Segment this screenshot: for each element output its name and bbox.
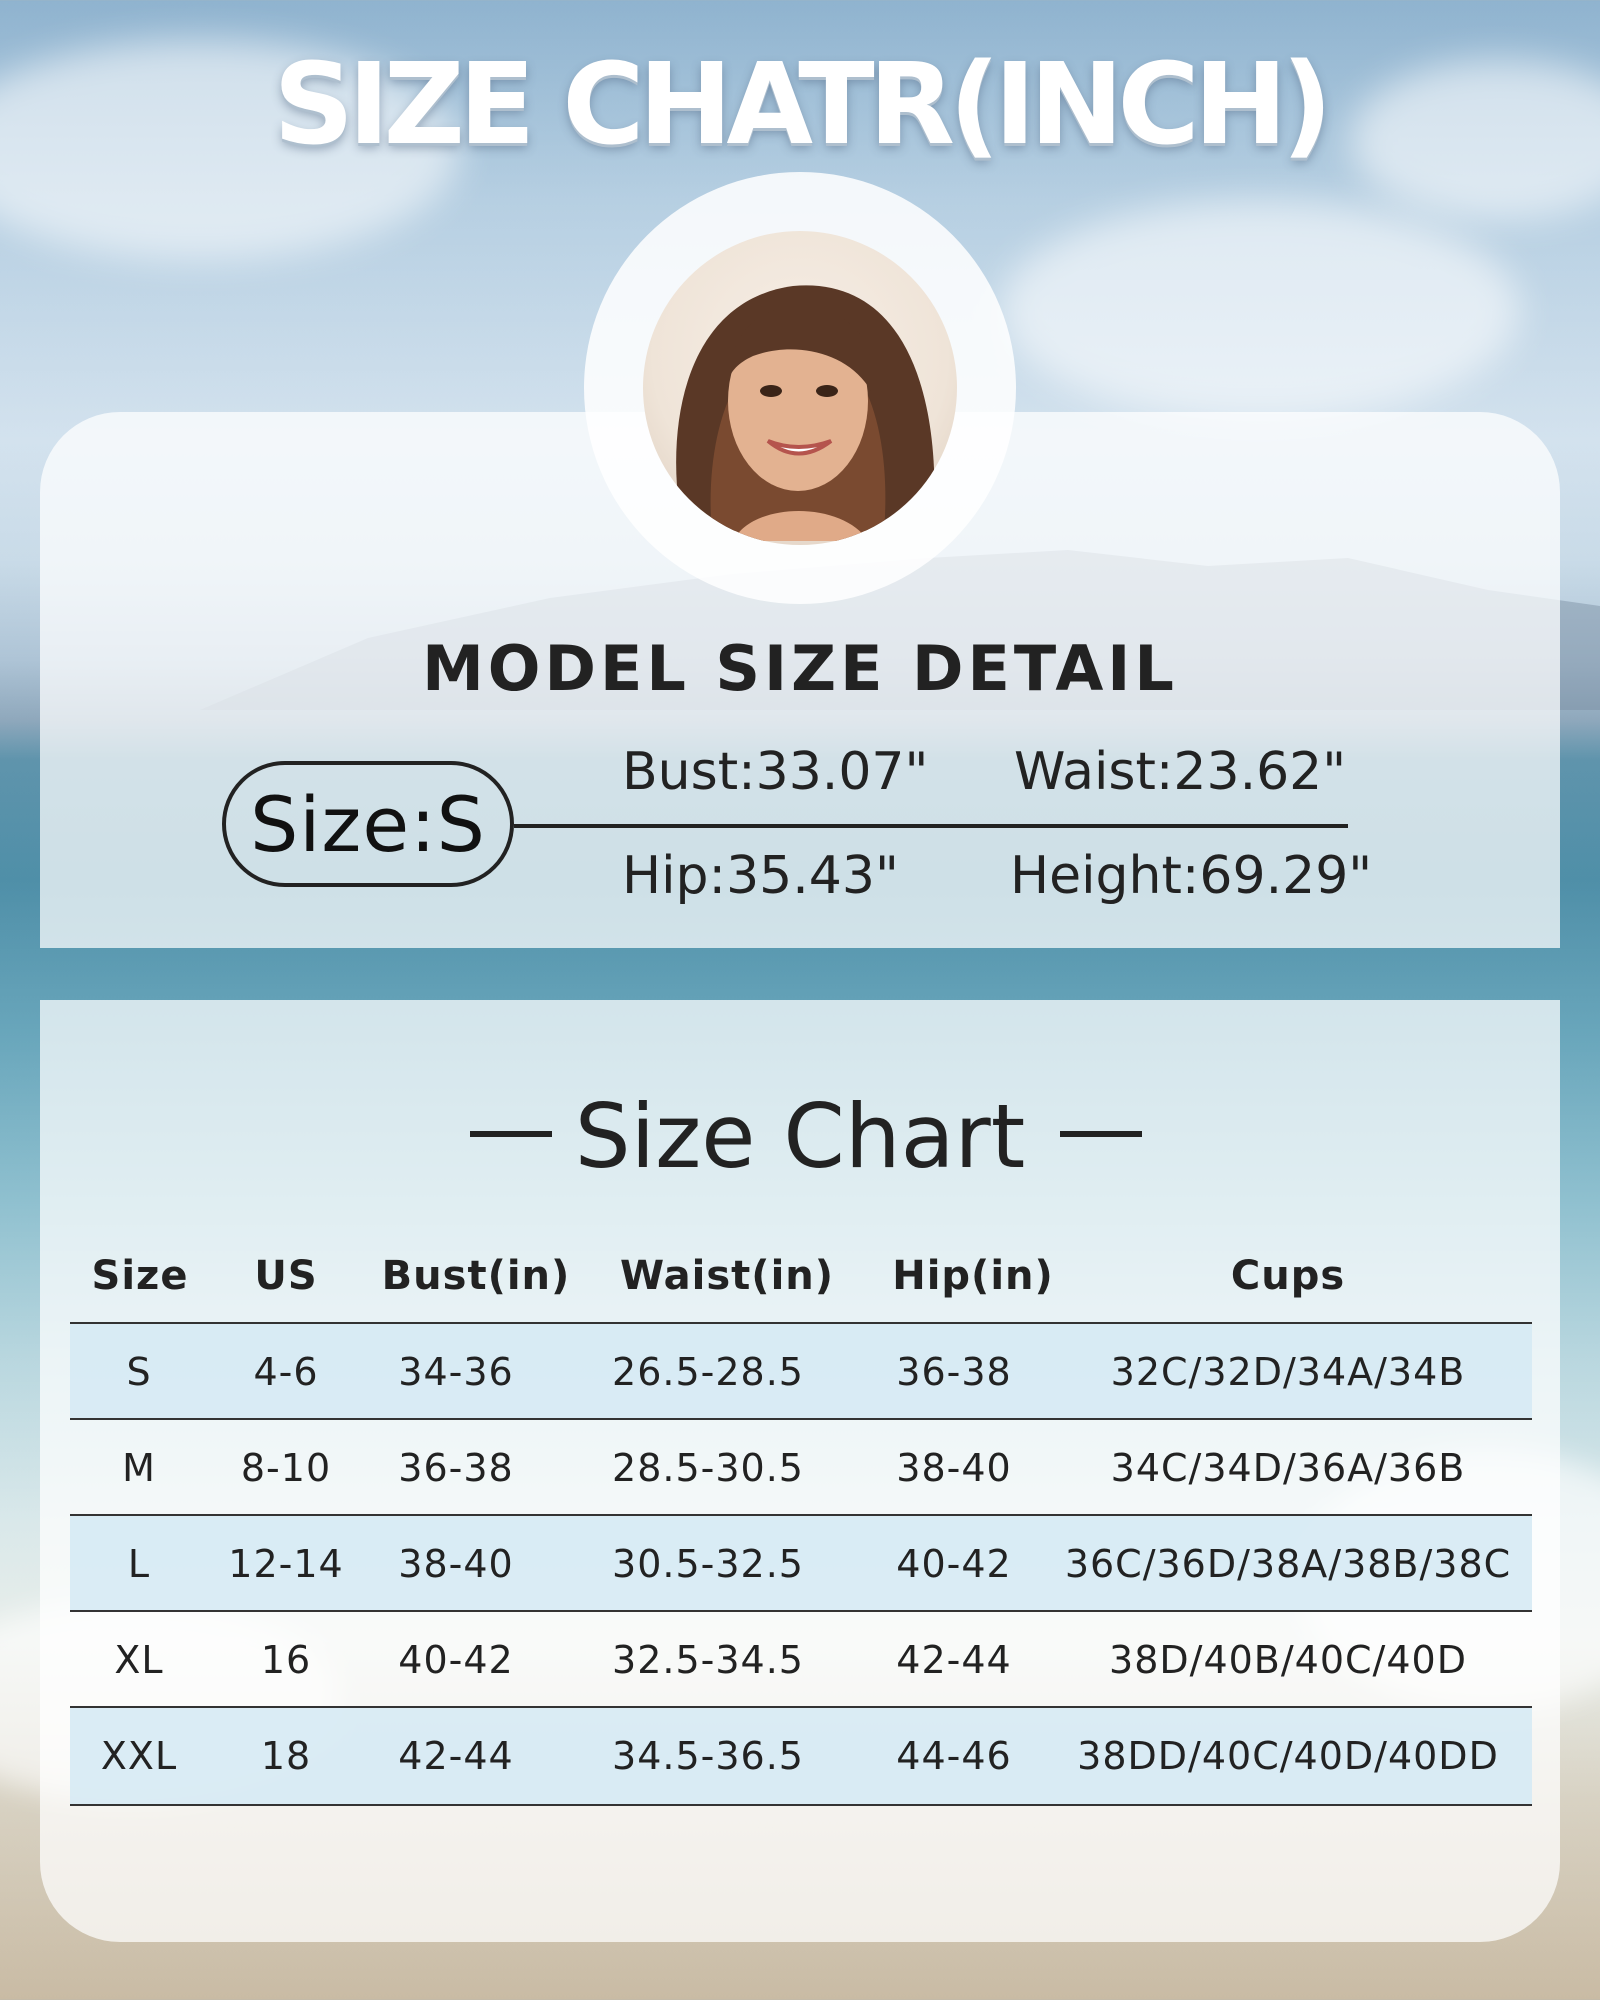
cell-bust: 38-40 xyxy=(398,1542,514,1586)
cell-cups: 38DD/40C/40D/40DD xyxy=(1077,1734,1499,1778)
cell-us: 8-10 xyxy=(240,1446,332,1490)
model-size-badge: Size:S xyxy=(222,761,514,887)
cell-hip: 40-42 xyxy=(896,1542,1012,1586)
column-header-cups: Cups xyxy=(1230,1253,1346,1299)
cell-waist: 30.5-32.5 xyxy=(612,1542,804,1586)
table-row: S 4-6 34-36 26.5-28.5 36-38 32C/32D/34A/… xyxy=(70,1322,1532,1420)
model-portrait xyxy=(643,231,957,545)
cell-size: XL xyxy=(114,1638,164,1682)
cell-waist: 28.5-30.5 xyxy=(612,1446,804,1490)
cell-hip: 36-38 xyxy=(896,1350,1012,1394)
cell-size: M xyxy=(122,1446,156,1490)
column-header-waist: Waist(in) xyxy=(619,1253,835,1299)
table-row: XL 16 40-42 32.5-34.5 42-44 38D/40B/40C/… xyxy=(70,1610,1532,1708)
cell-us: 18 xyxy=(260,1734,312,1778)
model-size-heading: MODEL SIZE DETAIL xyxy=(422,632,1178,705)
cell-us: 12-14 xyxy=(228,1542,344,1586)
model-bust: Bust:33.07" xyxy=(622,742,929,802)
cell-us: 16 xyxy=(260,1638,312,1682)
cell-size: L xyxy=(127,1542,151,1586)
cell-bust: 34-36 xyxy=(398,1350,514,1394)
table-row: M 8-10 36-38 28.5-30.5 38-40 34C/34D/36A… xyxy=(70,1418,1532,1516)
heading-dash-right xyxy=(1060,1131,1142,1137)
cell-bust: 36-38 xyxy=(398,1446,514,1490)
cell-hip: 44-46 xyxy=(896,1734,1012,1778)
cell-waist: 34.5-36.5 xyxy=(612,1734,804,1778)
cell-cups: 36C/36D/38A/38B/38C xyxy=(1064,1542,1512,1586)
cell-cups: 34C/34D/36A/36B xyxy=(1110,1446,1466,1490)
cell-waist: 32.5-34.5 xyxy=(612,1638,804,1682)
cell-size: S xyxy=(126,1350,152,1394)
model-face-illustration xyxy=(676,285,935,541)
size-table-header: Size US Bust(in) Waist(in) Hip(in) Cups xyxy=(0,1253,1600,1313)
cell-cups: 32C/32D/34A/34B xyxy=(1110,1350,1466,1394)
table-row: L 12-14 38-40 30.5-32.5 40-42 36C/36D/38… xyxy=(70,1514,1532,1612)
column-header-bust: Bust(in) xyxy=(381,1253,571,1299)
cell-hip: 38-40 xyxy=(896,1446,1012,1490)
table-row: XXL 18 42-44 34.5-36.5 44-46 38DD/40C/40… xyxy=(70,1706,1532,1806)
cell-bust: 40-42 xyxy=(398,1638,514,1682)
measurement-divider xyxy=(514,824,1348,828)
model-waist: Waist:23.62" xyxy=(1014,742,1347,802)
cell-hip: 42-44 xyxy=(896,1638,1012,1682)
cell-cups: 38D/40B/40C/40D xyxy=(1109,1638,1467,1682)
column-header-hip: Hip(in) xyxy=(892,1253,1054,1299)
cell-waist: 26.5-28.5 xyxy=(612,1350,804,1394)
size-chart-heading: Size Chart xyxy=(574,1085,1026,1188)
model-height: Height:69.29" xyxy=(1010,846,1373,906)
page-title: SIZE CHATR(INCH) xyxy=(273,40,1332,170)
column-header-us: US xyxy=(254,1253,318,1299)
column-header-size: Size xyxy=(91,1253,189,1299)
background-cloud xyxy=(1000,200,1520,420)
cell-size: XXL xyxy=(100,1734,178,1778)
cell-us: 4-6 xyxy=(253,1350,319,1394)
model-hip: Hip:35.43" xyxy=(622,846,899,906)
cell-bust: 42-44 xyxy=(398,1734,514,1778)
